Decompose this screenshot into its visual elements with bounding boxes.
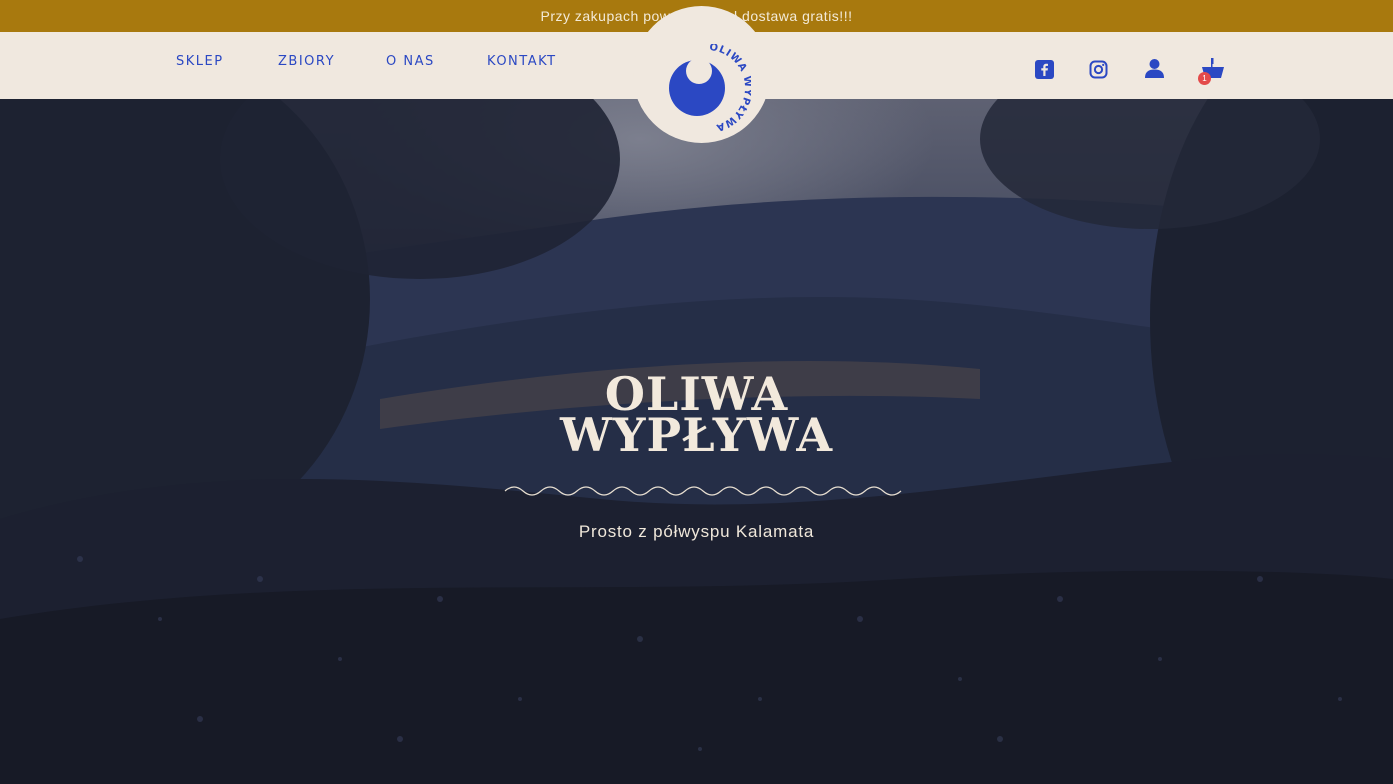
nav-link-about[interactable]: O NAS <box>386 54 435 69</box>
instagram-icon[interactable] <box>1089 60 1108 79</box>
hero-title-line2: WYPŁYWA <box>559 408 834 462</box>
nav-link-collections[interactable]: ZBIORY <box>278 54 335 69</box>
cart-count-badge: 1 <box>1198 72 1211 85</box>
nav-link-shop[interactable]: SKLEP <box>176 54 224 69</box>
brand-logo[interactable]: OLIWA WYPŁYWA <box>663 44 751 132</box>
facebook-icon[interactable] <box>1035 60 1054 79</box>
hero-subtitle: Prosto z półwyspu Kalamata <box>578 522 815 541</box>
user-icon[interactable] <box>1144 58 1165 79</box>
nav-link-contact[interactable]: KONTAKT <box>487 54 557 69</box>
